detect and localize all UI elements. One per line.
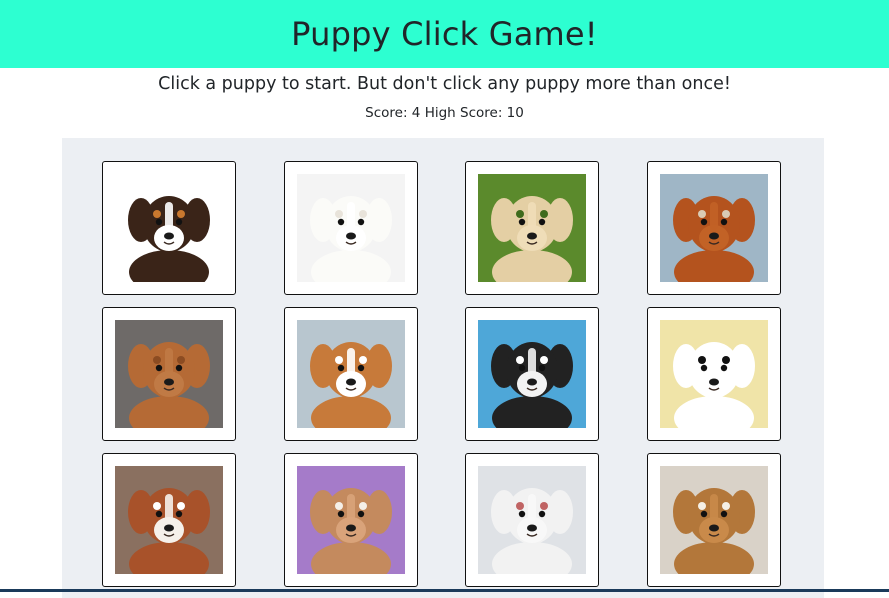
puppy-photo bbox=[660, 174, 768, 282]
header-bar: Puppy Click Game! bbox=[0, 0, 889, 68]
puppy-card-sheltie-puppy[interactable] bbox=[647, 453, 781, 587]
score-label: Score: bbox=[365, 105, 408, 121]
puppy-card-bernese-puppy[interactable] bbox=[102, 161, 236, 295]
puppy-card-dalmatian-puppy[interactable] bbox=[647, 307, 781, 441]
instructions-text: Click a puppy to start. But don't click … bbox=[158, 74, 731, 94]
puppy-card-pitbull-puppy-on-purple[interactable] bbox=[284, 453, 418, 587]
puppy-card-vizsla-puppy[interactable] bbox=[102, 307, 236, 441]
puppy-photo bbox=[115, 174, 223, 282]
puppy-photo bbox=[297, 320, 405, 428]
high-score-value: 10 bbox=[506, 105, 524, 121]
puppy-photo bbox=[297, 174, 405, 282]
puppy-card-french-bulldog[interactable] bbox=[465, 307, 599, 441]
high-score-label: High Score: bbox=[424, 105, 503, 121]
puppy-card-yawning-puppy-in-blanket[interactable] bbox=[465, 453, 599, 587]
puppy-photo bbox=[478, 466, 586, 574]
score-value: 4 bbox=[411, 105, 421, 121]
puppy-photo bbox=[115, 320, 223, 428]
puppy-card-basset-hound-puppy[interactable] bbox=[102, 453, 236, 587]
score-bar: Score: 4 High Score: 10 bbox=[0, 105, 889, 121]
puppy-card-corgi-puppy[interactable] bbox=[284, 307, 418, 441]
puppy-card-cavalier-on-beach[interactable] bbox=[647, 161, 781, 295]
puppy-photo bbox=[115, 466, 223, 574]
page-title: Puppy Click Game! bbox=[291, 15, 598, 53]
puppy-board bbox=[62, 138, 824, 598]
puppy-photo bbox=[297, 466, 405, 574]
puppy-photo bbox=[660, 466, 768, 574]
puppy-photo bbox=[660, 320, 768, 428]
puppy-photo bbox=[478, 174, 586, 282]
puppy-photo bbox=[478, 320, 586, 428]
puppy-card-yellow-lab-in-grass[interactable] bbox=[465, 161, 599, 295]
puppy-card-white-fluffy-puppy[interactable] bbox=[284, 161, 418, 295]
